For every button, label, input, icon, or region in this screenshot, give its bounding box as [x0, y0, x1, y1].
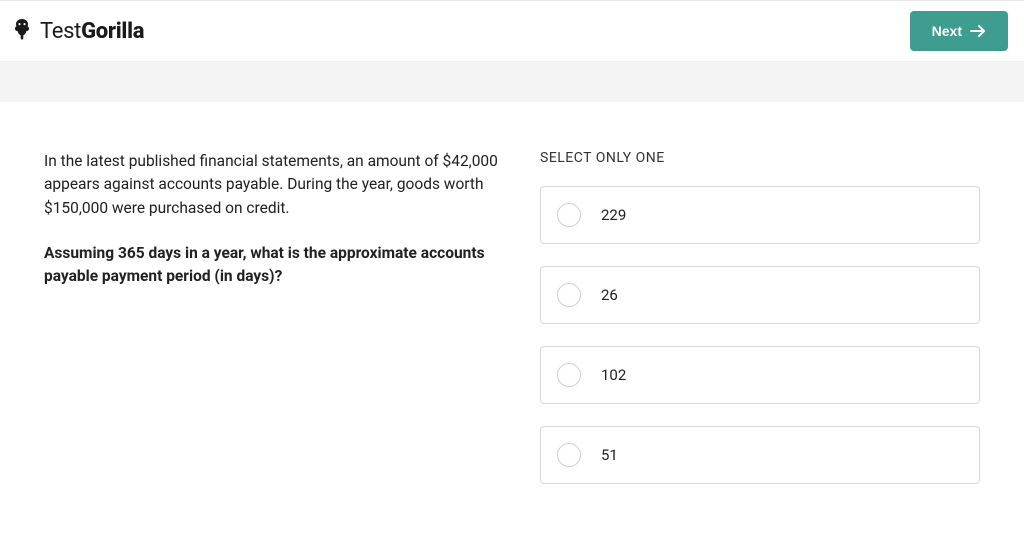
radio-icon: [557, 363, 581, 387]
brand-name: TestGorilla: [40, 19, 144, 44]
answer-option-1[interactable]: 26: [540, 266, 980, 324]
answer-option-3[interactable]: 51: [540, 426, 980, 484]
answer-option-label: 51: [601, 446, 618, 464]
answers-column: SELECT ONLY ONE 229 26 102 51: [540, 150, 980, 506]
brand-logo: TestGorilla: [10, 17, 144, 45]
header-band: [0, 62, 1024, 102]
next-button-label: Next: [932, 23, 962, 39]
answer-option-2[interactable]: 102: [540, 346, 980, 404]
question-prompt: Assuming 365 days in a year, what is the…: [44, 242, 500, 289]
radio-icon: [557, 443, 581, 467]
radio-icon: [557, 203, 581, 227]
next-button[interactable]: Next: [910, 11, 1008, 51]
question-context: In the latest published financial statem…: [44, 150, 500, 220]
app-header: TestGorilla Next: [0, 1, 1024, 62]
radio-icon: [557, 283, 581, 307]
answer-option-label: 229: [601, 206, 626, 224]
question-text-column: In the latest published financial statem…: [44, 150, 500, 506]
gorilla-icon: [10, 17, 34, 45]
question-content: In the latest published financial statem…: [0, 102, 1024, 506]
answer-option-label: 26: [601, 286, 618, 304]
answer-option-label: 102: [601, 366, 626, 384]
answer-instruction: SELECT ONLY ONE: [540, 150, 980, 166]
answer-option-0[interactable]: 229: [540, 186, 980, 244]
arrow-right-icon: [970, 24, 986, 38]
